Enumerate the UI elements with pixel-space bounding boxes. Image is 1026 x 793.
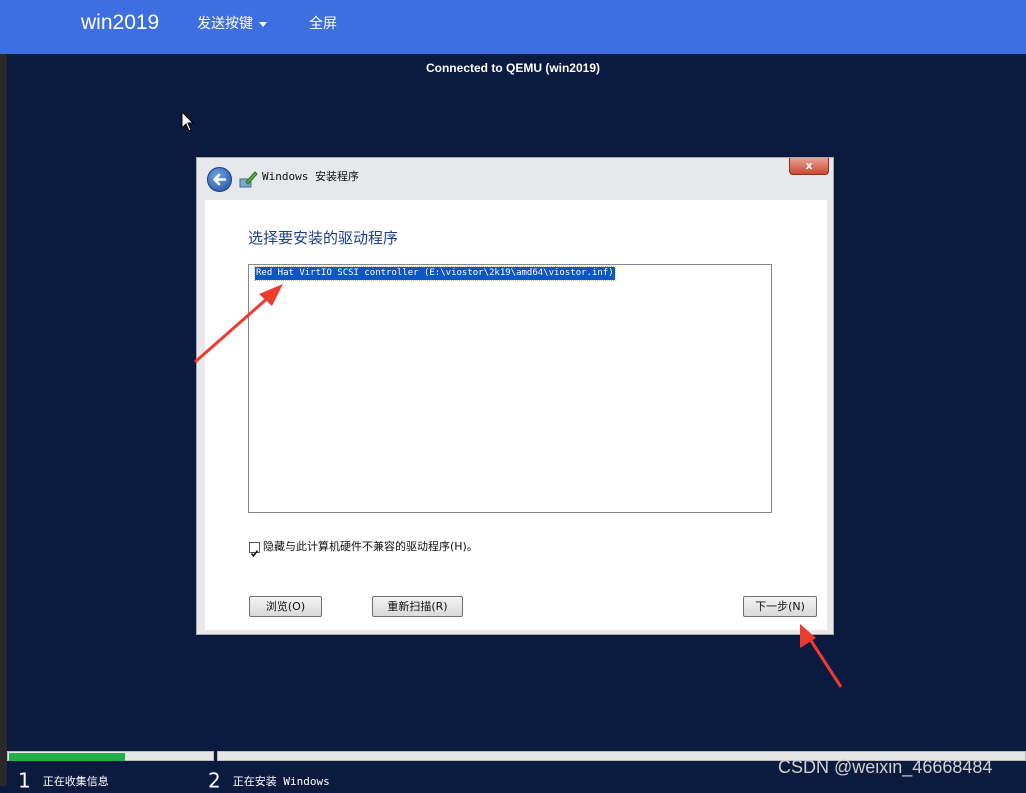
rescan-button[interactable]: 重新扫描(R) [372,596,463,617]
mouse-cursor-icon [181,111,195,132]
caret-down-icon [259,21,267,27]
fullscreen-button[interactable]: 全屏 [309,14,337,34]
send-keys-label: 发送按键 [197,16,253,32]
hide-incompatible-label[interactable]: 隐藏与此计算机硬件不兼容的驱动程序(H)。 [263,539,478,555]
setup-dialog: x Windows 安装程序 选择要安装的驱动程序 Red Hat VirtIO… [196,157,834,635]
csdn-watermark: CSDN @weixin_46668484 [778,757,993,777]
step-2-number: 2 [208,768,221,793]
checkmark-icon [250,550,259,558]
step-1-number: 1 [18,768,31,793]
windows-setup-icon [239,171,258,188]
progress-track-step1 [7,751,214,761]
page-heading: 选择要安装的驱动程序 [248,229,399,247]
back-arrow-icon [213,173,227,186]
progress-fill [9,753,125,761]
driver-list[interactable]: Red Hat VirtIO SCSI controller (E:\viost… [248,264,772,513]
list-item-driver[interactable]: Red Hat VirtIO SCSI controller (E:\viost… [254,266,616,281]
browse-button[interactable]: 浏览(O) [249,596,322,617]
dialog-content: 选择要安装的驱动程序 Red Hat VirtIO SCSI controlle… [205,200,827,630]
close-button[interactable]: x [789,158,829,175]
hide-incompatible-checkbox[interactable] [249,542,260,558]
next-button[interactable]: 下一步(N) [743,596,817,617]
step-1: 1 正在收集信息 [18,770,109,791]
top-navbar: win2019 发送按键 全屏 [0,0,1026,54]
connection-status: Connected to QEMU (win2019) [425,61,601,75]
dialog-title: Windows 安装程序 [262,170,359,183]
screen-left-edge [0,54,7,786]
back-button[interactable] [207,167,232,192]
brand-title[interactable]: win2019 [81,9,159,37]
step-2: 2 正在安装 Windows [208,770,330,791]
send-keys-menu[interactable]: 发送按键 [197,14,267,34]
